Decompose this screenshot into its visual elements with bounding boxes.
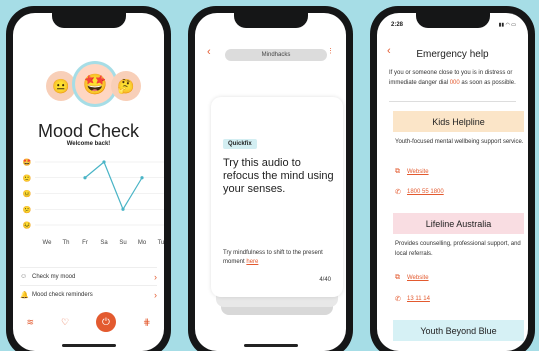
mood-faces: 😐 🤩 🤔 <box>13 61 164 107</box>
x-tick-label: Th <box>62 240 69 246</box>
x-tick-label: We <box>43 240 53 246</box>
status-icons: ▮▮ ◠ ▭ <box>498 22 516 28</box>
here-link[interactable]: here <box>246 259 258 265</box>
x-tick-label: Su <box>119 240 126 246</box>
mood-point <box>140 176 144 180</box>
notch <box>51 13 126 28</box>
heart-tab-icon[interactable]: ♡ <box>61 317 69 328</box>
intro-text-end: as soon as possible. <box>461 80 516 86</box>
y-tick-emoji: 😐 <box>23 189 32 198</box>
x-tick-label: Tu <box>158 240 164 246</box>
quickfix-tag: Quickfix <box>223 139 257 149</box>
home-indicator <box>243 344 298 347</box>
card-note: Try mindfulness to shift to the present … <box>223 249 335 267</box>
lifeline-phone[interactable]: ✆ 13 11 14 <box>395 295 430 303</box>
external-link-icon: ⧉ <box>395 274 400 281</box>
phone-mindhacks: ‹ Mindhacks ⋮ Quickfix Try this audio to… <box>188 6 353 351</box>
mindhacks-screen: ‹ Mindhacks ⋮ Quickfix Try this audio to… <box>195 13 346 351</box>
mood-point <box>121 207 125 211</box>
mood-line-chart: 🤩 🙂 😐 😕 😣 We Th Fr Sa Su Mo Tu <box>23 158 164 246</box>
welcome-text: Welcome back! <box>66 141 111 147</box>
home-indicator <box>61 344 116 347</box>
phone-emergency-help: 2:28 ▮▮ ◠ ▭ ‹ Emergency help If you or s… <box>370 6 535 351</box>
card-note-text: Try mindfulness to shift to the present … <box>223 250 323 265</box>
kids-helpline-header: Kids Helpline <box>393 111 524 132</box>
mood-reminders-label: Mood check reminders <box>32 291 93 298</box>
bell-icon: 🔔 <box>20 291 29 299</box>
phone-icon: ✆ <box>395 296 401 303</box>
page-title: Emergency help <box>416 49 489 60</box>
notch <box>233 13 308 28</box>
grid-tab-icon[interactable]: ⋕ <box>143 317 151 328</box>
chart-grid <box>35 161 164 226</box>
y-tick-emoji: 😣 <box>23 221 32 230</box>
phone-icon: ✆ <box>395 189 401 196</box>
mindhacks-header: Mindhacks <box>225 49 327 61</box>
mood-screen: 😐 🤩 🤔 Mood Check Welcome back! 🤩 🙂 😐 😕 😣 We T… <box>13 13 164 351</box>
kids-helpline-desc: Youth-focused mental wellbeing support s… <box>395 139 524 145</box>
x-tick-label: Fr <box>82 240 88 246</box>
emergency-screen: 2:28 ▮▮ ◠ ▭ ‹ Emergency help If you or s… <box>377 13 528 351</box>
bottom-tab-bar: ≋ ♡ ⏻ ⋕ <box>13 309 164 335</box>
page-title: Mood Check <box>37 121 140 141</box>
emergency-number[interactable]: 000 <box>450 80 460 86</box>
mood-point <box>83 176 87 180</box>
kids-helpline-website[interactable]: ⧉ Website <box>395 168 429 176</box>
chevron-right-icon: › <box>154 271 157 282</box>
emergency-intro: If you or someone close to you is in dis… <box>389 68 528 88</box>
mood-point <box>102 160 106 164</box>
x-tick-label: Mo <box>138 240 147 246</box>
power-tab-icon[interactable]: ⏻ <box>96 312 116 332</box>
chart-x-labels: We Th Fr Sa Su Mo Tu <box>43 240 164 246</box>
status-time: 2:28 <box>391 22 404 28</box>
back-arrow-icon[interactable]: ‹ <box>207 46 211 58</box>
x-tick-label: Sa <box>100 240 108 246</box>
chevron-right-icon: › <box>154 289 157 300</box>
youth-beyond-blue-header: Youth Beyond Blue <box>393 320 524 341</box>
phone-mood-check: 😐 🤩 🤔 Mood Check Welcome back! 🤩 🙂 😐 😕 😣 We T… <box>6 6 171 351</box>
smile-icon: ☺ <box>20 273 28 280</box>
waves-tab-icon[interactable]: ≋ <box>26 317 34 328</box>
divider <box>389 101 516 102</box>
more-icon[interactable]: ⋮ <box>327 47 334 55</box>
y-tick-emoji: 😕 <box>23 205 32 214</box>
lifeline-desc: Provides counselling, professional suppo… <box>395 241 521 257</box>
mood-series-line <box>84 161 143 211</box>
external-link-icon: ⧉ <box>395 168 400 175</box>
mood-reminders-row[interactable]: 🔔 Mood check reminders › <box>20 285 157 303</box>
check-my-mood-row[interactable]: ☺ Check my mood › <box>20 267 157 285</box>
notch <box>415 13 490 28</box>
mindhack-card[interactable]: Quickfix Try this audio to refocus the m… <box>211 97 343 297</box>
card-counter: 4/40 <box>319 277 331 283</box>
kids-helpline-phone[interactable]: ✆ 1800 55 1800 <box>395 188 444 196</box>
check-my-mood-label: Check my mood <box>32 273 76 280</box>
thinking-face-icon: 🤔 <box>111 71 141 101</box>
star-eyes-face-icon: 🤩 <box>75 64 115 104</box>
lifeline-header: Lifeline Australia <box>393 213 524 234</box>
lifeline-website[interactable]: ⧉ Website <box>395 274 429 282</box>
card-title: Try this audio to refocus the mind using… <box>223 157 334 195</box>
y-tick-emoji: 🤩 <box>23 158 32 167</box>
y-tick-emoji: 🙂 <box>23 173 32 182</box>
chart-y-labels: 🤩 🙂 😐 😕 😣 <box>23 158 32 230</box>
